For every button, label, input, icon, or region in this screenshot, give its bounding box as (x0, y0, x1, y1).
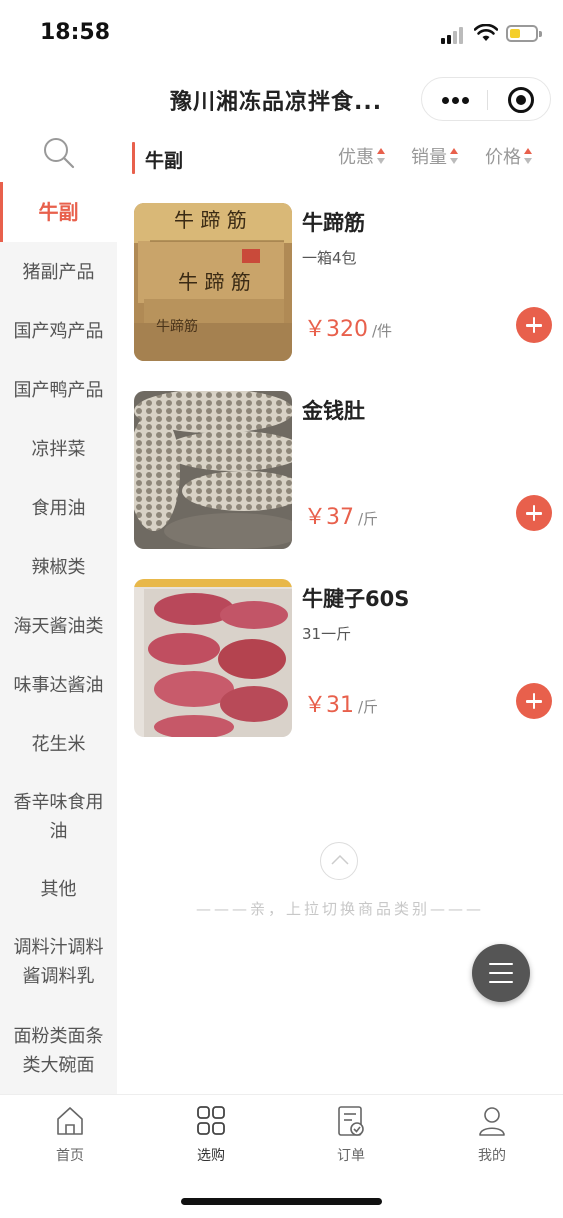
battery-icon (506, 25, 542, 42)
product-spec: 一箱4包 (302, 249, 357, 267)
product-image-beef-tripe[interactable] (134, 391, 292, 549)
sort-price[interactable]: 价格 (485, 143, 534, 169)
menu-icon (489, 963, 513, 965)
category-item[interactable]: 国产鸡产品 (0, 301, 117, 361)
page-title: 豫川湘冻品凉拌食... (170, 90, 383, 115)
category-item[interactable]: 面粉类面条类大碗面 (0, 1007, 117, 1094)
product-card[interactable]: 牛 蹄 筋 牛 蹄 筋 牛蹄筋 牛蹄筋 一箱4包 ￥320/件 (134, 203, 554, 361)
mini-program-capsule (421, 77, 551, 121)
pull-hint-text: ———亲，上拉切换商品类别——— (195, 900, 484, 918)
product-name: 牛蹄筋 (302, 211, 365, 235)
category-sidebar: 牛副 猪副产品 国产鸡产品 国产鸭产品 凉拌菜 食用油 辣椒类 海天酱油类 味事… (0, 126, 117, 1094)
category-item[interactable]: 味事达酱油 (0, 655, 117, 715)
sort-sales[interactable]: 销量 (411, 143, 460, 169)
sort-arrows-icon (524, 144, 534, 168)
category-item-niufu[interactable]: 牛副 (0, 182, 117, 242)
product-card[interactable]: 金钱肚 ￥37/斤 (134, 391, 554, 549)
home-indicator (181, 1198, 382, 1205)
category-item[interactable]: 香辛味食用油 (0, 773, 117, 861)
close-button[interactable] (488, 78, 552, 122)
pull-up-icon (320, 842, 358, 880)
svg-text:牛 蹄 筋: 牛 蹄 筋 (178, 270, 251, 294)
svg-text:牛蹄筋: 牛蹄筋 (156, 318, 198, 335)
product-card[interactable]: 牛腱子60S 31一斤 ￥31/斤 (134, 579, 554, 737)
product-image-beef-shank[interactable] (134, 579, 292, 737)
sort-arrows-icon (450, 144, 460, 168)
search-button[interactable] (0, 126, 117, 182)
svg-text:牛 蹄 筋: 牛 蹄 筋 (174, 208, 247, 232)
more-dots-icon (442, 97, 449, 104)
search-icon (44, 138, 75, 169)
category-item[interactable]: 猪副产品 (0, 242, 117, 302)
floating-menu-button[interactable] (472, 944, 530, 1002)
wifi-icon (473, 23, 499, 42)
category-item[interactable]: 食用油 (0, 478, 117, 538)
sort-discount[interactable]: 优惠 (338, 143, 387, 169)
category-item[interactable]: 其他 (0, 861, 117, 917)
status-time: 18:58 (40, 20, 111, 45)
product-price: ￥37/斤 (304, 505, 379, 530)
product-spec: 31一斤 (302, 625, 352, 643)
signal-icon (441, 26, 467, 44)
add-to-cart-button[interactable] (516, 495, 552, 531)
category-item[interactable]: 国产鸭产品 (0, 360, 117, 420)
category-item[interactable]: 海天酱油类 (0, 596, 117, 656)
add-to-cart-button[interactable] (516, 307, 552, 343)
tab-orders[interactable]: 订单 (281, 1095, 421, 1175)
category-item[interactable]: 调料汁调料酱调料乳 (0, 917, 117, 1007)
product-name: 牛腱子60S (302, 587, 410, 611)
product-price: ￥320/件 (304, 317, 393, 342)
add-to-cart-button[interactable] (516, 683, 552, 719)
section-accent-bar (132, 142, 135, 174)
category-item[interactable]: 辣椒类 (0, 537, 117, 597)
content-header: 牛副 优惠 销量 价格 (117, 126, 563, 188)
tab-mine[interactable]: 我的 (422, 1095, 562, 1175)
product-name: 金钱肚 (302, 399, 365, 423)
home-icon (57, 1107, 83, 1135)
tab-home[interactable]: 首页 (0, 1095, 140, 1175)
user-icon (479, 1107, 505, 1136)
sort-arrows-icon (377, 144, 387, 168)
product-image-beef-tendon[interactable]: 牛 蹄 筋 牛 蹄 筋 牛蹄筋 (134, 203, 292, 361)
tab-shop[interactable]: 选购 (141, 1095, 281, 1175)
section-title: 牛副 (145, 150, 184, 172)
status-bar: 18:58 (0, 0, 563, 66)
product-price: ￥31/斤 (304, 693, 379, 718)
category-item[interactable]: 花生米 (0, 714, 117, 774)
order-icon (338, 1106, 364, 1136)
more-button[interactable] (422, 78, 487, 122)
grid-icon (197, 1106, 225, 1135)
tab-bar: 首页 选购 订单 我的 (0, 1094, 563, 1174)
category-item[interactable]: 凉拌菜 (0, 419, 117, 479)
